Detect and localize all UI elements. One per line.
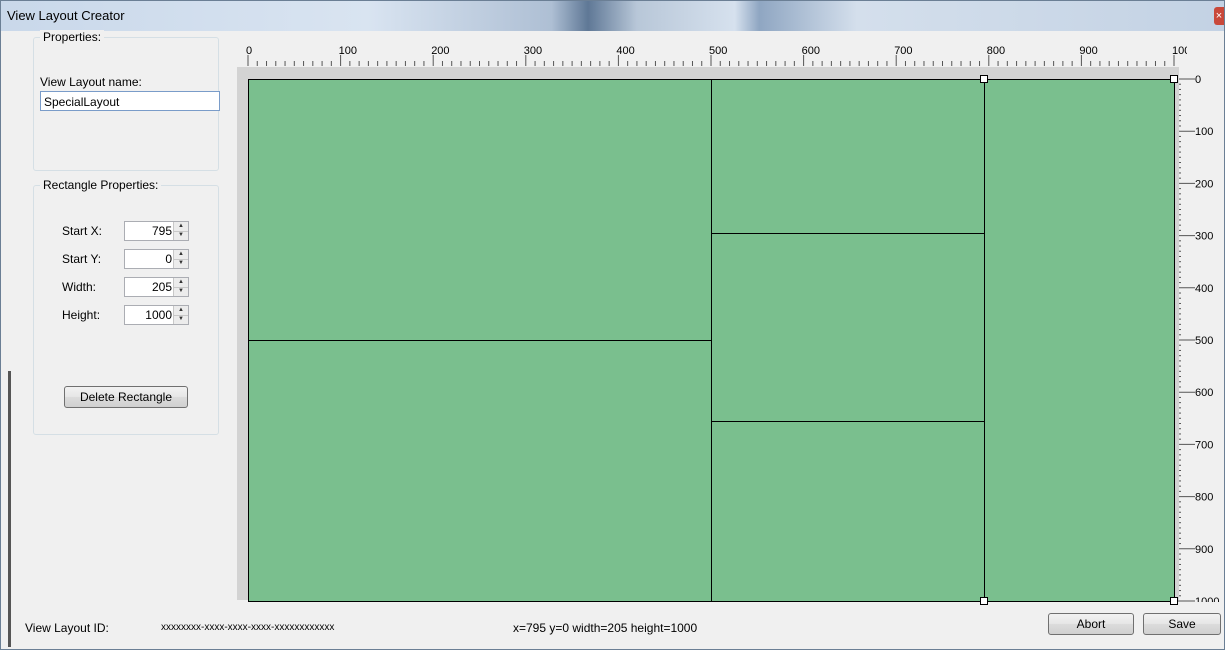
start-x-stepper[interactable]: 795 ▲ ▼ [124,221,189,241]
ruler-label: 200 [1195,178,1213,190]
horizontal-ruler: 0 100 200 300 400 500 600 700 800 900 1000 [246,45,1187,66]
ruler-label: 1000 [1172,45,1187,57]
abort-button[interactable]: Abort [1048,613,1134,635]
title-bar[interactable]: View Layout Creator × [1,1,1224,31]
ruler-label: 600 [802,45,820,57]
ruler-label: 700 [1195,439,1213,451]
ruler-label: 900 [1079,45,1097,57]
resize-handle[interactable] [980,597,989,605]
window-title: View Layout Creator [7,8,125,23]
ruler-label: 300 [1195,231,1213,243]
width-spin-buttons: ▲ ▼ [173,278,188,296]
ruler-label: 700 [894,45,912,57]
layout-rectangle[interactable] [711,79,986,234]
layout-id-value: xxxxxxxx-xxxx-xxxx-xxxx-xxxxxxxxxxxx [161,622,335,633]
ruler-label: 400 [1195,283,1213,295]
height-stepper[interactable]: 1000 ▲ ▼ [124,305,189,325]
layout-rectangle[interactable] [248,340,712,602]
ruler-label: 0 [1195,74,1201,86]
ruler-label: 200 [431,45,449,57]
layout-rectangle[interactable] [711,232,986,422]
delete-rectangle-button[interactable]: Delete Rectangle [64,386,188,408]
ruler-label: 800 [987,45,1005,57]
ruler-label: 0 [246,45,252,57]
start-y-value: 0 [165,252,172,266]
ruler-label: 500 [709,45,727,57]
properties-group-title: Properties: [40,30,105,44]
width-label: Width: [62,280,97,294]
layout-rectangle[interactable] [984,79,1175,602]
start-y-spin-buttons: ▲ ▼ [173,250,188,268]
start-y-label: Start Y: [62,252,102,266]
resize-handle[interactable] [1170,75,1178,83]
ruler-label: 1000 [1195,596,1219,602]
rectangle-properties-group: Rectangle Properties: Start X: 795 ▲ ▼ S… [33,178,219,435]
resize-handle[interactable] [980,75,989,83]
layout-id-label: View Layout ID: [25,621,109,635]
layout-name-label: View Layout name: [40,75,142,89]
view-layout-creator-window: View Layout Creator × Properties: View L… [0,0,1225,650]
layout-name-input[interactable]: SpecialLayout [40,91,220,111]
resize-handle[interactable] [1170,597,1178,605]
save-button[interactable]: Save [1143,613,1221,635]
start-y-stepper[interactable]: 0 ▲ ▼ [124,249,189,269]
spin-down-icon[interactable]: ▼ [174,287,188,296]
spin-down-icon[interactable]: ▼ [174,259,188,268]
layout-canvas[interactable] [237,67,1179,605]
spin-down-icon[interactable]: ▼ [174,315,188,324]
ruler-label: 600 [1195,387,1213,399]
ruler-label: 400 [616,45,634,57]
ruler-label: 100 [1195,126,1213,138]
close-icon[interactable]: × [1214,7,1224,25]
ruler-label: 500 [1195,335,1213,347]
ruler-label: 900 [1195,544,1213,556]
width-stepper[interactable]: 205 ▲ ▼ [124,277,189,297]
layout-rectangle[interactable] [711,420,986,602]
ruler-label: 800 [1195,492,1213,504]
selection-status: x=795 y=0 width=205 height=1000 [513,621,698,635]
layout-rectangle[interactable] [248,79,712,341]
start-x-spin-buttons: ▲ ▼ [173,222,188,240]
client-area: Properties: View Layout name: SpecialLay… [11,30,1222,647]
width-value: 205 [151,280,172,294]
height-spin-buttons: ▲ ▼ [173,306,188,324]
start-x-label: Start X: [62,224,103,238]
height-label: Height: [62,308,101,322]
ruler-label: 100 [339,45,357,57]
properties-group: Properties: View Layout name: SpecialLay… [33,30,220,171]
spin-down-icon[interactable]: ▼ [174,231,188,240]
start-x-value: 795 [151,224,172,238]
ruler-label: 300 [524,45,542,57]
rectangle-properties-group-title: Rectangle Properties: [40,178,162,192]
height-value: 1000 [145,308,172,322]
